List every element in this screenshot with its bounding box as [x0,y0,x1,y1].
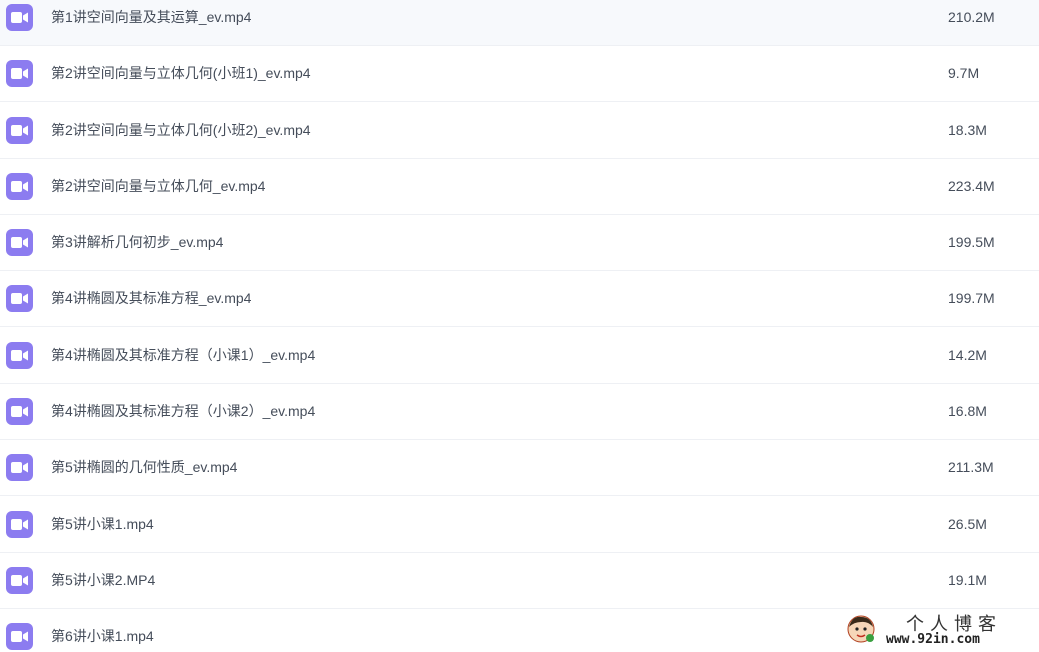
file-size: 211.3M [948,459,994,475]
video-file-icon [6,623,33,650]
file-row[interactable]: 第5讲椭圆的几何性质_ev.mp4 211.3M [0,440,1039,496]
file-name[interactable]: 第5讲椭圆的几何性质_ev.mp4 [51,458,237,476]
file-size: 199.7M [948,290,995,306]
video-file-icon [6,567,33,594]
video-file-icon [6,342,33,369]
file-name[interactable]: 第6讲小课1.mp4 [51,627,154,645]
file-name[interactable]: 第3讲解析几何初步_ev.mp4 [51,233,223,251]
file-name[interactable]: 第4讲椭圆及其标准方程（小课1）_ev.mp4 [51,346,315,364]
file-name[interactable]: 第2讲空间向量与立体几何(小班1)_ev.mp4 [51,64,311,82]
avatar-icon [846,614,876,644]
file-size: 210.2M [948,9,995,25]
video-file-icon [6,173,33,200]
file-size: 9.7M [948,65,980,81]
file-size: 199.5M [948,234,995,250]
video-file-icon [6,511,33,538]
file-row[interactable]: 第2讲空间向量与立体几何(小班1)_ev.mp4 9.7M [0,46,1039,102]
video-file-icon [6,398,33,425]
file-row[interactable]: 第1讲空间向量及其运算_ev.mp4 210.2M [0,0,1039,46]
file-row[interactable]: 第4讲椭圆及其标准方程（小课2）_ev.mp4 16.8M [0,384,1039,440]
file-name[interactable]: 第1讲空间向量及其运算_ev.mp4 [51,8,251,26]
file-size: 18.3M [948,122,987,138]
video-file-icon [6,4,33,31]
video-file-icon [6,60,33,87]
file-row[interactable]: 第4讲椭圆及其标准方程_ev.mp4 199.7M [0,271,1039,327]
file-name[interactable]: 第5讲小课1.mp4 [51,515,154,533]
file-row[interactable]: 第2讲空间向量与立体几何_ev.mp4 223.4M [0,159,1039,215]
watermark-url: www.92in.com [886,632,980,647]
file-size: 19.1M [948,572,987,588]
file-name[interactable]: 第4讲椭圆及其标准方程（小课2）_ev.mp4 [51,402,315,420]
file-name[interactable]: 第4讲椭圆及其标准方程_ev.mp4 [51,289,251,307]
blog-watermark: 个人博客 www.92in.com [846,610,1026,650]
video-file-icon [6,117,33,144]
file-size: 14.2M [948,347,987,363]
file-row[interactable]: 第3讲解析几何初步_ev.mp4 199.5M [0,215,1039,271]
file-row[interactable]: 第5讲小课1.mp4 26.5M [0,497,1039,553]
video-file-icon [6,285,33,312]
file-size: 16.8M [948,403,987,419]
file-list: 第1讲空间向量及其运算_ev.mp4 210.2M 第2讲空间向量与立体几何(小… [0,0,1039,652]
file-row[interactable]: 第5讲小课2.MP4 19.1M [0,553,1039,609]
file-size: 26.5M [948,516,987,532]
file-name[interactable]: 第5讲小课2.MP4 [51,571,155,589]
file-name[interactable]: 第2讲空间向量与立体几何(小班2)_ev.mp4 [51,121,311,139]
video-file-icon [6,229,33,256]
file-name[interactable]: 第2讲空间向量与立体几何_ev.mp4 [51,177,265,195]
file-size: 223.4M [948,178,995,194]
video-file-icon [6,454,33,481]
file-row[interactable]: 第2讲空间向量与立体几何(小班2)_ev.mp4 18.3M [0,103,1039,159]
file-row[interactable]: 第4讲椭圆及其标准方程（小课1）_ev.mp4 14.2M [0,328,1039,384]
